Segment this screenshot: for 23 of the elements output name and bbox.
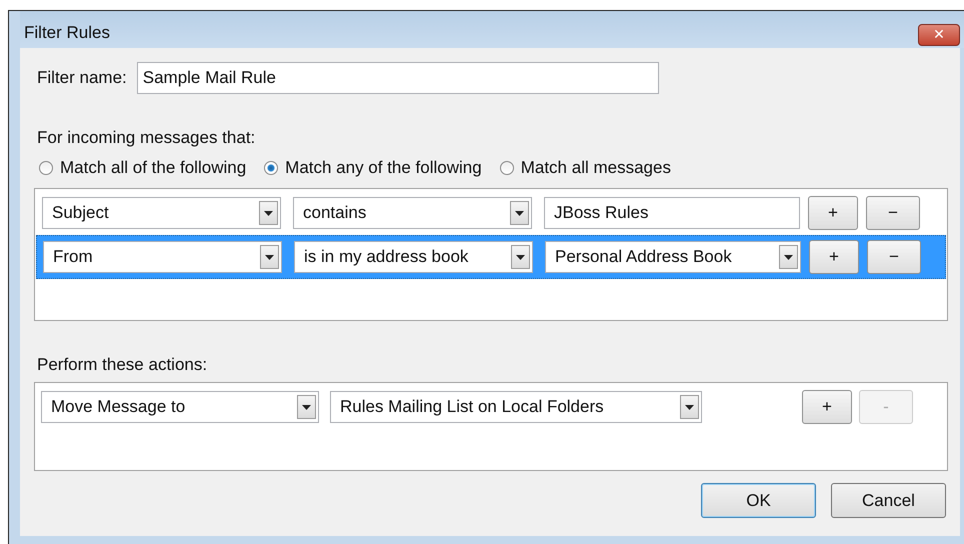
condition-row[interactable]: Subject contains JBoss Rules + −	[36, 195, 946, 231]
value-dropdown[interactable]: Personal Address Book	[545, 241, 801, 273]
conditions-label: For incoming messages that:	[36, 128, 256, 148]
remove-button[interactable]: −	[867, 240, 921, 274]
operator-dropdown[interactable]: is in my address book	[294, 241, 533, 273]
close-button[interactable]: ✕	[918, 24, 960, 46]
actions-label: Perform these actions:	[36, 355, 208, 375]
add-button[interactable]: +	[802, 390, 852, 424]
cancel-button[interactable]: Cancel	[831, 483, 946, 518]
value-field[interactable]: JBoss Rules	[544, 197, 800, 229]
add-button[interactable]: +	[809, 240, 859, 274]
remove-button[interactable]: −	[866, 196, 920, 230]
ok-button[interactable]: OK	[701, 483, 816, 518]
action-dropdown[interactable]: Move Message to	[41, 391, 319, 423]
filter-name-field[interactable]: Sample Mail Rule	[136, 62, 659, 94]
field-dropdown[interactable]: Subject	[42, 197, 281, 229]
field-dropdown[interactable]: From	[43, 241, 282, 273]
window-title: Filter Rules	[23, 22, 110, 42]
condition-row[interactable]: From is in my address book Personal Address Book + −	[36, 235, 946, 279]
add-button[interactable]: +	[808, 196, 858, 230]
operator-dropdown[interactable]: contains	[293, 197, 532, 229]
filter-name-label: Filter name:	[36, 68, 127, 88]
target-dropdown[interactable]: Rules Mailing List on Local Folders	[330, 391, 702, 423]
